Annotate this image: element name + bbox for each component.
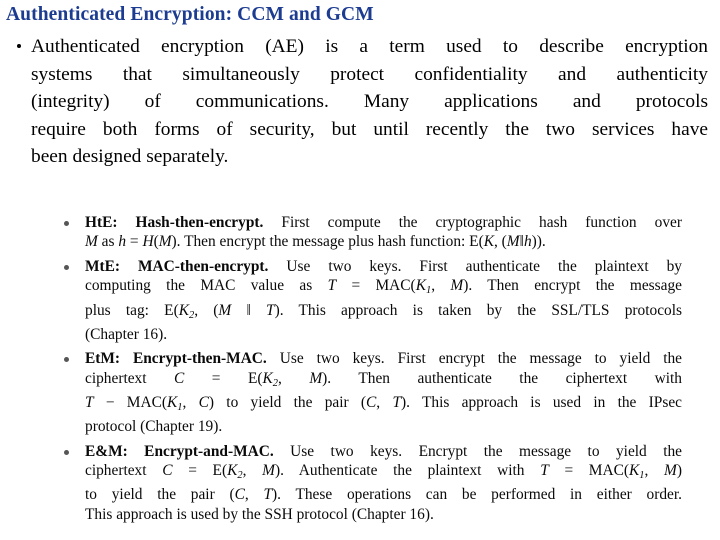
list-item: MtE: MAC-then-encrypt. Use two keys. Fir… — [52, 257, 682, 344]
text-line: been designed separately. — [31, 146, 229, 168]
text-line: E&M: Encrypt-and-MAC. Use two keys. Encr… — [85, 442, 682, 460]
text-line: T − MAC(K1, C) to yield the pair (C, T).… — [85, 394, 682, 413]
round-bullet-icon — [64, 449, 69, 455]
text-line: protocol (Chapter 19). — [85, 418, 223, 436]
round-bullet-icon — [64, 264, 69, 270]
round-bullet-icon — [64, 221, 69, 226]
text-line: M as h = H(M). Then encrypt the message … — [85, 233, 546, 251]
figure-item-hte: HtE: Hash-then-encrypt. First compute th… — [85, 213, 682, 252]
text-line: plus tag: E(K2, (M ‖ T). This approach i… — [85, 301, 682, 321]
figure-item-mte: MtE: MAC-then-encrypt. Use two keys. Fir… — [85, 257, 682, 344]
text-line: ciphertext C = E(K2, M). Then authentica… — [85, 369, 682, 389]
list-item: EtM: Encrypt-then-MAC. Use two keys. Fir… — [52, 349, 682, 436]
text-line: computing the MAC value as T = MAC(K1, M… — [85, 277, 682, 297]
text-line: HtE: Hash-then-encrypt. First compute th… — [85, 214, 682, 231]
list-item: Authenticated encryption (AE) is a term … — [0, 33, 720, 171]
intro-bullet-list: Authenticated encryption (AE) is a term … — [0, 33, 720, 171]
text-line: MtE: MAC-then-encrypt. Use two keys. Fir… — [85, 257, 682, 275]
page-title: Authenticated Encryption: CCM and GCM — [6, 4, 374, 25]
text-line: This approach is used by the SSH protoco… — [85, 505, 434, 523]
list-item: E&M: Encrypt-and-MAC. Use two keys. Encr… — [52, 442, 682, 525]
figure-item-eam: E&M: Encrypt-and-MAC. Use two keys. Encr… — [85, 442, 682, 525]
list-item: HtE: Hash-then-encrypt. First compute th… — [52, 213, 682, 252]
text-line: (Chapter 16). — [85, 325, 168, 343]
text-line: Authenticated encryption (AE) is a term … — [31, 36, 708, 57]
round-bullet-icon — [64, 357, 69, 363]
text-line: ciphertext C = E(K2, M). Authenticate th… — [85, 462, 683, 482]
text-line: (integrity) of communications. Many appl… — [31, 91, 708, 113]
text-line: require both forms of security, but unti… — [31, 118, 708, 140]
round-bullet-icon — [17, 44, 21, 48]
intro-paragraph: Authenticated encryption (AE) is a term … — [31, 33, 708, 171]
text-line: to yield the pair (C, T). These operatio… — [85, 486, 682, 504]
figure-item-etm: EtM: Encrypt-then-MAC. Use two keys. Fir… — [85, 349, 682, 436]
text-line: EtM: Encrypt-then-MAC. Use two keys. Fir… — [85, 350, 683, 368]
embedded-textbook-figure: HtE: Hash-then-encrypt. First compute th… — [52, 213, 682, 538]
text-line: systems that simultaneously protect conf… — [31, 63, 708, 85]
